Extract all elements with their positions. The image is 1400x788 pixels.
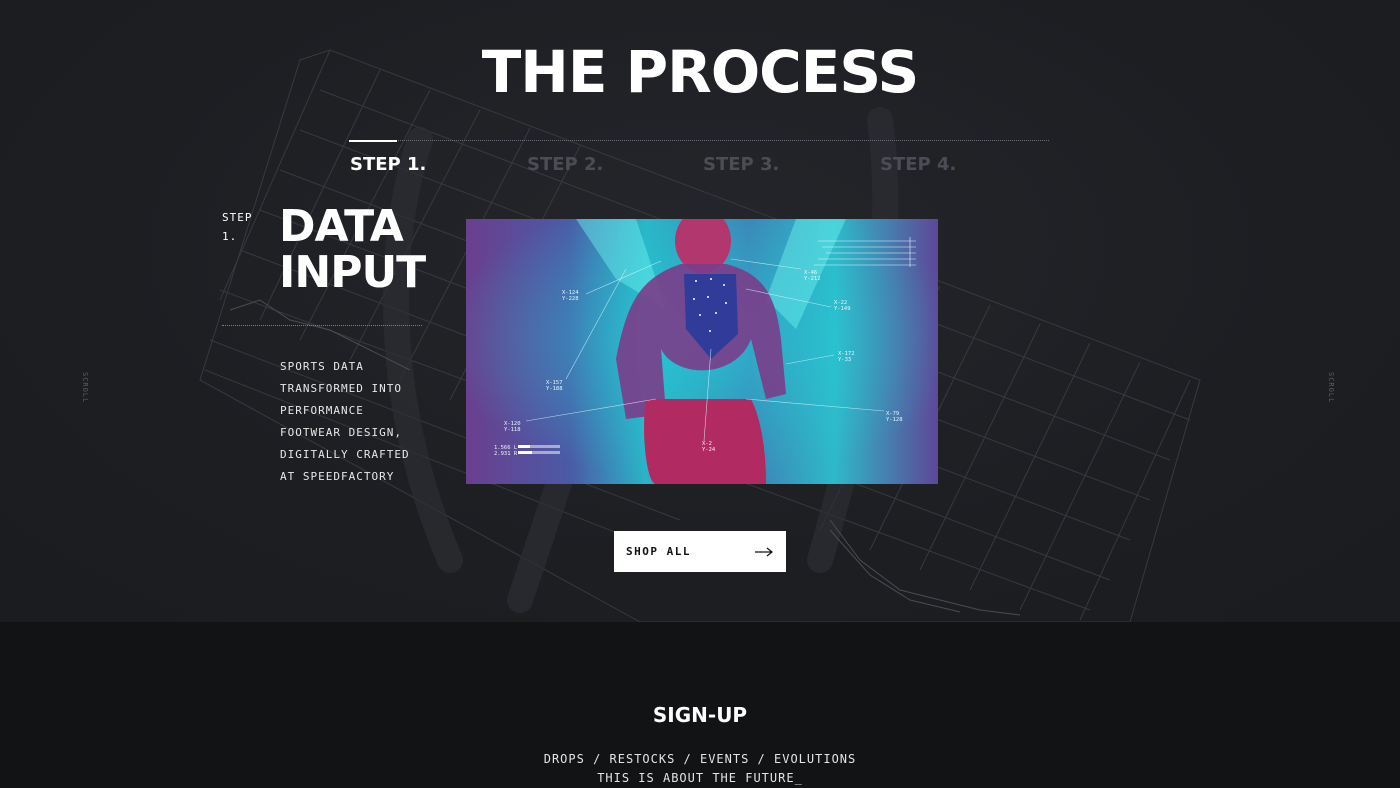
svg-text:Y-212: Y-212 [804,276,821,282]
step-progress-track [349,140,1049,142]
annotation-label: Y-118 [504,427,521,433]
arrow-right-icon [755,547,773,556]
annotation-label: Y-212 [804,276,821,282]
svg-text:Y-149: Y-149 [834,306,851,312]
step-heading-line-2: INPUT [279,247,426,298]
svg-text:Y-228: Y-228 [562,296,579,302]
step-description: SPORTS DATA TRANSFORMED INTO PERFORMANCE… [280,356,460,488]
annotation-label: Y-24 [702,447,716,453]
athlete-scan-graphic: X-124 Y-228 X-46 Y-212 X-22 Y-149 X-157 … [466,219,938,484]
svg-text:Y-24: Y-24 [702,447,716,453]
step-progress-indicator [349,140,397,142]
step-number-label: STEP 1. [222,208,253,246]
tab-step-2[interactable]: STEP 2. [527,154,603,175]
athlete-scan-image: X-124 Y-228 X-46 Y-212 X-22 Y-149 X-157 … [466,219,938,484]
description-line: DIGITALLY CRAFTED [280,448,410,461]
signup-subline: THIS IS ABOUT THE FUTURE_ [597,771,803,785]
shop-all-label: SHOP ALL [626,545,691,558]
step-number-label-number: 1. [222,230,238,243]
step-number-label-word: STEP [222,211,253,224]
annotation-label: Y-188 [546,386,563,392]
description-line: PERFORMANCE [280,404,364,417]
tab-step-3[interactable]: STEP 3. [703,154,779,175]
description-line: AT SPEEDFACTORY [280,470,395,483]
step-heading: DATA INPUT [279,204,459,296]
annotation-label: Y-128 [886,417,903,423]
svg-text:Y-118: Y-118 [504,427,521,433]
shop-all-button[interactable]: SHOP ALL [614,531,786,572]
page-title: THE PROCESS [481,38,920,106]
tab-step-4[interactable]: STEP 4. [880,154,956,175]
annotation-label: Y-149 [834,306,851,312]
description-line: FOOTWEAR DESIGN, [280,426,402,439]
description-line: TRANSFORMED INTO [280,382,402,395]
svg-text:Y-33: Y-33 [838,357,851,363]
heading-divider [222,325,422,326]
svg-text:Y-188: Y-188 [546,386,563,392]
signup-title: SIGN-UP [652,703,748,727]
readout-label: 2.931 R [494,451,518,457]
process-section: THE PROCESS STEP 1. STEP 2. STEP 3. STEP… [0,0,1400,622]
annotation-label: Y-33 [838,357,851,363]
annotation-label: Y-228 [562,296,579,302]
step-heading-line-1: DATA [279,201,404,252]
scroll-hint-right: SCROLL [1327,372,1335,404]
svg-text:2.931 R: 2.931 R [494,451,518,457]
svg-text:Y-128: Y-128 [886,417,903,423]
description-line: SPORTS DATA [280,360,364,373]
signup-tagline: DROPS / RESTOCKS / EVENTS / EVOLUTIONS [543,752,857,766]
scroll-hint-left: SCROLL [81,372,89,404]
tab-step-1[interactable]: STEP 1. [350,154,426,175]
